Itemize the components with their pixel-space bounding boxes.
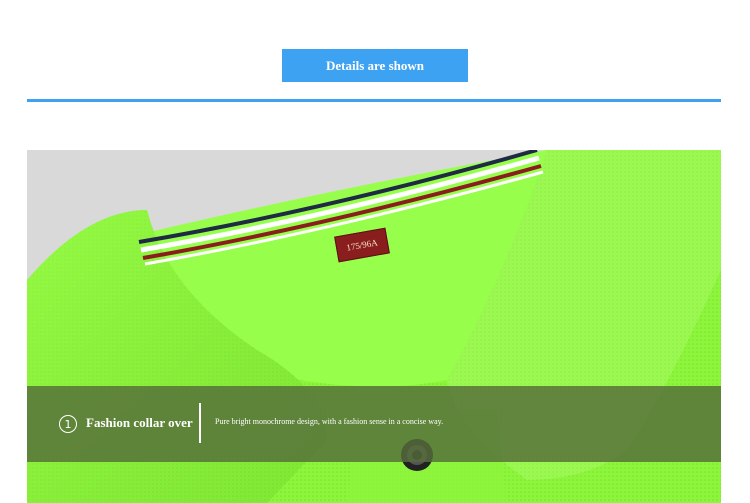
details-banner: Details are shown [282, 49, 468, 82]
size-tag-label: 175/96A [345, 237, 379, 253]
caption-separator [199, 403, 201, 443]
caption-description: Pure bright monochrome design, with a fa… [215, 417, 444, 426]
section-divider [27, 99, 721, 102]
caption-number: 1 [64, 417, 72, 431]
banner-label: Details are shown [326, 57, 424, 73]
feature-caption: 1 Fashion collar over Pure bright monoch… [27, 386, 721, 462]
caption-number-badge: 1 [59, 415, 77, 433]
caption-title: Fashion collar over [86, 415, 193, 430]
